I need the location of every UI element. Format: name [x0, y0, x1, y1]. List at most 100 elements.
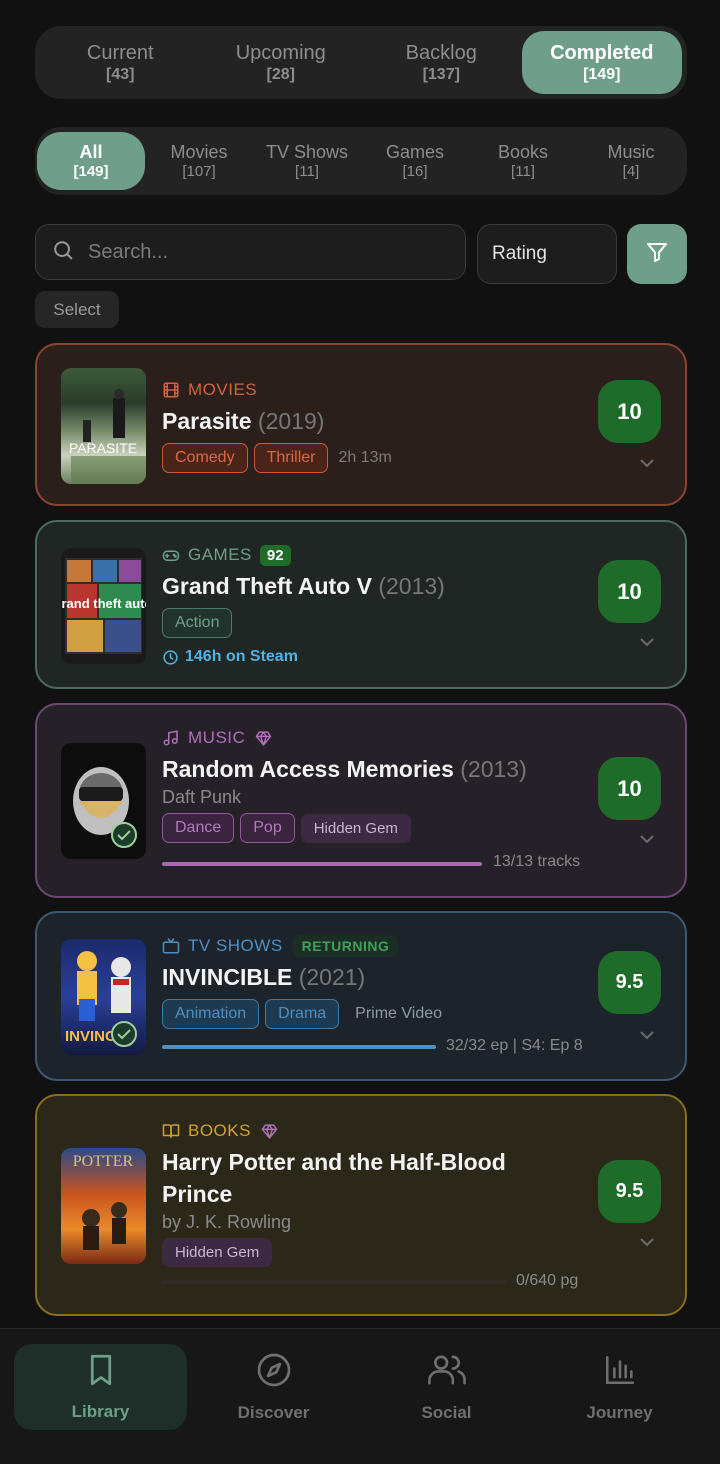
- cover-image: PARASITE: [61, 368, 146, 484]
- progress-text: 0/640 pg: [516, 1272, 579, 1289]
- tab-label: Music: [607, 142, 655, 162]
- author: by J. K. Rowling: [162, 1212, 292, 1232]
- tab-count: [11]: [295, 163, 319, 180]
- tab-upcoming[interactable]: Upcoming [28]: [201, 31, 362, 94]
- tab-count: [11]: [511, 163, 535, 180]
- hidden-gem-tag: Hidden Gem: [300, 813, 411, 843]
- search-input[interactable]: [88, 240, 428, 264]
- progress-track: [162, 1280, 506, 1284]
- progress-text: 13/13 tracks: [493, 853, 581, 870]
- tab-current[interactable]: Current [43]: [40, 31, 201, 94]
- playtime: 146h on Steam: [162, 648, 575, 666]
- item-title: INVINCIBLE (2021): [162, 964, 366, 990]
- category-tab-music[interactable]: Music [4]: [577, 132, 685, 190]
- tag[interactable]: Drama: [265, 999, 340, 1029]
- bar-chart-icon: [603, 1352, 637, 1403]
- chevron-down-icon[interactable]: [639, 1234, 655, 1247]
- category-tab-tv-shows[interactable]: TV Shows [11]: [253, 132, 361, 190]
- search-icon: [52, 239, 74, 266]
- rating-badge: 10: [598, 560, 661, 623]
- tag[interactable]: Pop: [240, 813, 295, 843]
- item-year: (2021): [298, 964, 366, 990]
- playtime-text: 146h on Steam: [185, 648, 298, 665]
- progress-text: 32/32 ep | S4: Ep 8: [446, 1037, 583, 1054]
- tab-label: Games: [385, 142, 445, 162]
- nav-discover[interactable]: Discover: [187, 1344, 360, 1430]
- media-card-harry-potter[interactable]: POTTER BOOKS Harry Potter and the Half-B…: [35, 1094, 687, 1316]
- tab-count: [107]: [182, 163, 216, 180]
- chevron-down-icon[interactable]: [639, 1027, 655, 1040]
- item-year: (2013): [378, 573, 445, 599]
- tab-label: Movies: [170, 142, 228, 162]
- media-card-parasite[interactable]: PARASITE MOVIES Parasite (2019) Comedy T…: [35, 343, 687, 506]
- tag[interactable]: Action: [162, 608, 233, 638]
- category-label: BOOKS: [188, 1121, 251, 1140]
- tag-list: Dance Pop Hidden Gem: [162, 813, 575, 843]
- clock-icon: [162, 649, 179, 666]
- tag[interactable]: Animation: [162, 999, 260, 1029]
- progress-track: [162, 1045, 436, 1049]
- tab-count: [28]: [266, 65, 295, 83]
- category-label: MOVIES: [188, 380, 258, 399]
- users-icon: [427, 1352, 466, 1403]
- media-card-random-access-memories[interactable]: MUSIC Random Access Memories (2013) Daft…: [35, 703, 687, 898]
- media-card-invincible[interactable]: INVINC TV SHOWS RETURNING INVINCIBLE (20…: [35, 911, 687, 1081]
- filter-icon: [645, 240, 669, 269]
- metascore-badge: 92: [259, 544, 291, 566]
- filter-button[interactable]: [627, 224, 687, 284]
- tab-label: Books: [497, 142, 549, 162]
- cover-image: INVINC: [61, 939, 146, 1055]
- cover-title: grand theft auto: [61, 596, 146, 611]
- compass-icon: [256, 1352, 292, 1403]
- sort-select[interactable]: Rating: [477, 224, 617, 284]
- category-tab-games[interactable]: Games [16]: [361, 132, 469, 190]
- rating-badge: 10: [598, 757, 661, 820]
- tab-count: [43]: [106, 65, 135, 83]
- tab-label: All: [79, 142, 103, 162]
- cover-title: INVINC: [65, 1028, 116, 1045]
- tag-list: Action: [162, 608, 575, 638]
- media-card-gta-v[interactable]: grand theft auto GAMES 92 Grand Theft Au…: [35, 520, 687, 689]
- nav-label: Discover: [237, 1402, 310, 1422]
- tab-backlog[interactable]: Backlog [137]: [361, 31, 522, 94]
- film-icon: [162, 381, 180, 399]
- nav-social[interactable]: Social: [360, 1344, 533, 1430]
- runtime: 2h 13m: [338, 449, 392, 466]
- tab-label: TV Shows: [265, 142, 349, 162]
- tab-count: [4]: [622, 163, 640, 180]
- rating-badge: 9.5: [598, 951, 661, 1014]
- progress-track: [162, 862, 482, 866]
- category-tab-movies[interactable]: Movies [107]: [145, 132, 253, 190]
- chevron-down-icon[interactable]: [639, 455, 655, 468]
- category-label: GAMES: [188, 545, 252, 564]
- nav-label: Library: [71, 1401, 130, 1421]
- rating-badge: 10: [598, 380, 661, 443]
- category-tab-books[interactable]: Books [11]: [469, 132, 577, 190]
- tab-count: [16]: [402, 163, 428, 180]
- tab-label: Upcoming: [235, 41, 326, 64]
- select-button[interactable]: Select: [35, 291, 119, 328]
- item-title: Random Access Memories (2013): [162, 756, 527, 782]
- tag-list: Hidden Gem: [162, 1238, 575, 1267]
- nav-label: Social: [421, 1402, 472, 1422]
- nav-journey[interactable]: Journey: [533, 1344, 706, 1430]
- book-icon: [162, 1122, 180, 1140]
- category-tab-all[interactable]: All [149]: [37, 132, 145, 190]
- tag[interactable]: Comedy: [162, 443, 248, 473]
- tab-label: Backlog: [405, 41, 477, 64]
- tag[interactable]: Thriller: [253, 443, 329, 473]
- nav-library[interactable]: Library: [14, 1344, 187, 1430]
- tab-completed[interactable]: Completed [149]: [521, 31, 682, 94]
- search-box: [35, 224, 466, 280]
- tab-count: [149]: [583, 65, 621, 83]
- tag[interactable]: Dance: [162, 813, 235, 843]
- item-year: (2019): [257, 408, 325, 434]
- tag-list: Animation Drama Prime Video: [162, 999, 575, 1029]
- item-year: (2013): [460, 756, 527, 782]
- returning-badge: RETURNING: [292, 935, 399, 957]
- chevron-down-icon[interactable]: [639, 634, 655, 647]
- item-title: Grand Theft Auto V (2013): [162, 573, 445, 599]
- item-title: Harry Potter and the Half-Blood Prince: [162, 1149, 506, 1207]
- artist: Daft Punk: [162, 787, 242, 807]
- chevron-down-icon[interactable]: [639, 831, 655, 844]
